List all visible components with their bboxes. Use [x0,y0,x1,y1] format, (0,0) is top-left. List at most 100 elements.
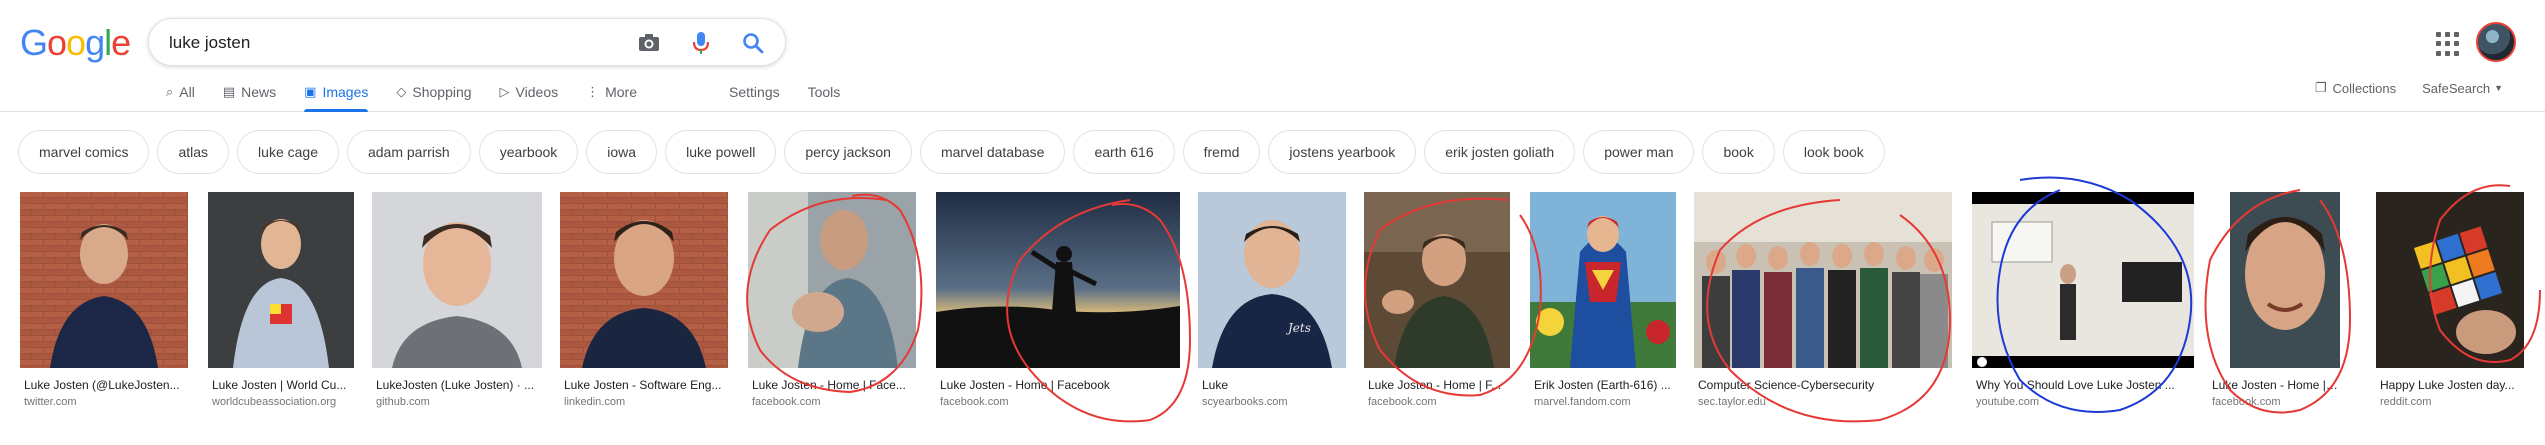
result-title[interactable]: Luke Josten - Home | F... [2212,378,2340,392]
camera-icon[interactable] [635,29,663,57]
result-thumbnail[interactable] [936,192,1180,368]
result-title[interactable]: Luke Josten - Home | F... [1368,378,1510,392]
chevron-down-icon: ▼ [2494,83,2503,93]
settings-link[interactable]: Settings [729,74,780,110]
apps-grid-icon[interactable] [2436,32,2460,56]
result-source: linkedin.com [564,396,626,408]
result-thumbnail[interactable]: Jets [1198,192,1346,368]
tab-images[interactable]: ▣ Images [304,74,369,112]
result-thumbnail[interactable] [1530,192,1676,368]
search-actions [635,29,767,57]
logo-letter: o [47,22,67,63]
result-source: facebook.com [2212,396,2281,408]
result-title[interactable]: Luke Josten | World Cu... [212,378,354,392]
chip[interactable]: luke powell [665,130,777,174]
image-results: Luke Josten (@LukeJosten... twitter.com … [0,192,2545,432]
chip[interactable]: yearbook [478,130,579,174]
result-thumbnail[interactable] [1694,192,1952,368]
related-chips: marvel comics atlas luke cage adam parri… [18,130,1885,174]
chip[interactable]: iowa [586,130,658,174]
chip[interactable]: erik josten goliath [1424,130,1576,174]
result-thumbnail[interactable] [560,192,728,368]
logo-letter: e [111,22,131,63]
microphone-icon[interactable] [687,29,715,57]
chip[interactable]: look book [1782,130,1885,174]
tab-more[interactable]: ⋮ More [586,74,637,110]
tag-icon: ◇ [396,84,407,99]
chip[interactable]: atlas [157,130,230,174]
tools-link[interactable]: Tools [808,74,841,110]
result-source: github.com [376,396,430,408]
result-source: facebook.com [752,396,821,408]
result-title[interactable]: Computer Science-Cybersecurity [1698,378,1952,392]
tab-all[interactable]: ⌕ All [166,74,195,110]
bookmark-icon: ❐ [2314,80,2327,95]
tab-label: Images [322,84,369,100]
result-thumbnail[interactable] [208,192,354,368]
collections-label: Collections [2332,80,2397,96]
result-thumbnail[interactable] [2376,192,2524,368]
tab-shopping[interactable]: ◇ Shopping [396,74,471,110]
result-source: worldcubeassociation.org [212,396,337,408]
search-box[interactable]: luke josten [148,18,786,66]
avatar[interactable] [2476,22,2516,62]
chip[interactable]: adam parrish [346,130,471,174]
result-title[interactable]: Erik Josten (Earth-616) ... [1534,378,1676,392]
safesearch-label: SafeSearch [2422,80,2491,96]
result-thumbnail[interactable] [2230,192,2340,368]
result-title[interactable]: Luke Josten - Software Eng... [564,378,728,392]
result-title[interactable]: Luke Josten - Home | Face... [752,378,916,392]
search-icon[interactable] [739,29,767,57]
result-source: reddit.com [2380,396,2432,408]
image-tools: ❐ Collections SafeSearch ▼ [2315,80,2503,96]
chip[interactable]: marvel comics [18,130,150,174]
play-icon: ▷ [499,84,510,99]
search-icon: ⌕ [166,84,174,99]
result-title[interactable]: LukeJosten (Luke Josten) · ... [376,378,540,392]
tab-videos[interactable]: ▷ Videos [500,74,559,110]
chip[interactable]: luke cage [237,130,339,174]
result-source: facebook.com [940,396,1009,408]
tab-label: Videos [515,84,559,100]
result-thumbnail[interactable] [372,192,542,368]
search-input[interactable]: luke josten [169,33,250,53]
chip[interactable]: marvel database [919,130,1066,174]
tab-label: News [241,84,277,100]
result-title[interactable]: Luke [1202,378,1346,392]
safesearch-dropdown[interactable]: SafeSearch ▼ [2422,80,2503,96]
chip[interactable]: jostens yearbook [1268,130,1417,174]
image-icon: ▣ [304,84,317,99]
top-bar: Google luke josten ⌕ All ▤ News ▣ Images ◇ S… [0,0,2545,112]
chip[interactable]: book [1702,130,1775,174]
news-icon: ▤ [222,84,236,99]
result-title[interactable]: Why You Should Love Luke Josten ... [1976,378,2194,392]
logo-letter: o [66,22,86,63]
result-source: twitter.com [24,396,77,408]
logo-letter: G [20,22,48,63]
tab-news[interactable]: ▤ News [223,74,276,110]
result-source: facebook.com [1368,396,1437,408]
result-source: scyearbooks.com [1202,396,1288,408]
result-title[interactable]: Luke Josten - Home | Facebook [940,378,1180,392]
search-tabs: ⌕ All ▤ News ▣ Images ◇ Shopping ▷ Videos ⋮ Mo… [166,74,841,112]
chip[interactable]: power man [1583,130,1695,174]
google-logo[interactable]: Google [20,22,131,64]
result-title[interactable]: Happy Luke Josten day... [2380,378,2524,392]
result-title[interactable]: Luke Josten (@LukeJosten... [24,378,188,392]
logo-letter: l [104,22,112,63]
chip[interactable]: earth 616 [1073,130,1175,174]
tab-label: All [179,84,195,100]
chip[interactable]: fremd [1182,130,1261,174]
result-thumbnail[interactable] [1364,192,1510,368]
result-source: marvel.fandom.com [1534,396,1631,408]
result-thumbnail[interactable] [20,192,188,368]
collections-link[interactable]: ❐ Collections [2315,80,2396,96]
more-vert-icon: ⋮ [586,84,600,99]
logo-letter: g [85,22,105,63]
tab-label: More [605,84,638,100]
result-thumbnail[interactable] [748,192,916,368]
chip[interactable]: percy jackson [784,130,912,174]
result-thumbnail[interactable] [1972,192,2194,368]
result-source: sec.taylor.edu [1698,396,1766,408]
